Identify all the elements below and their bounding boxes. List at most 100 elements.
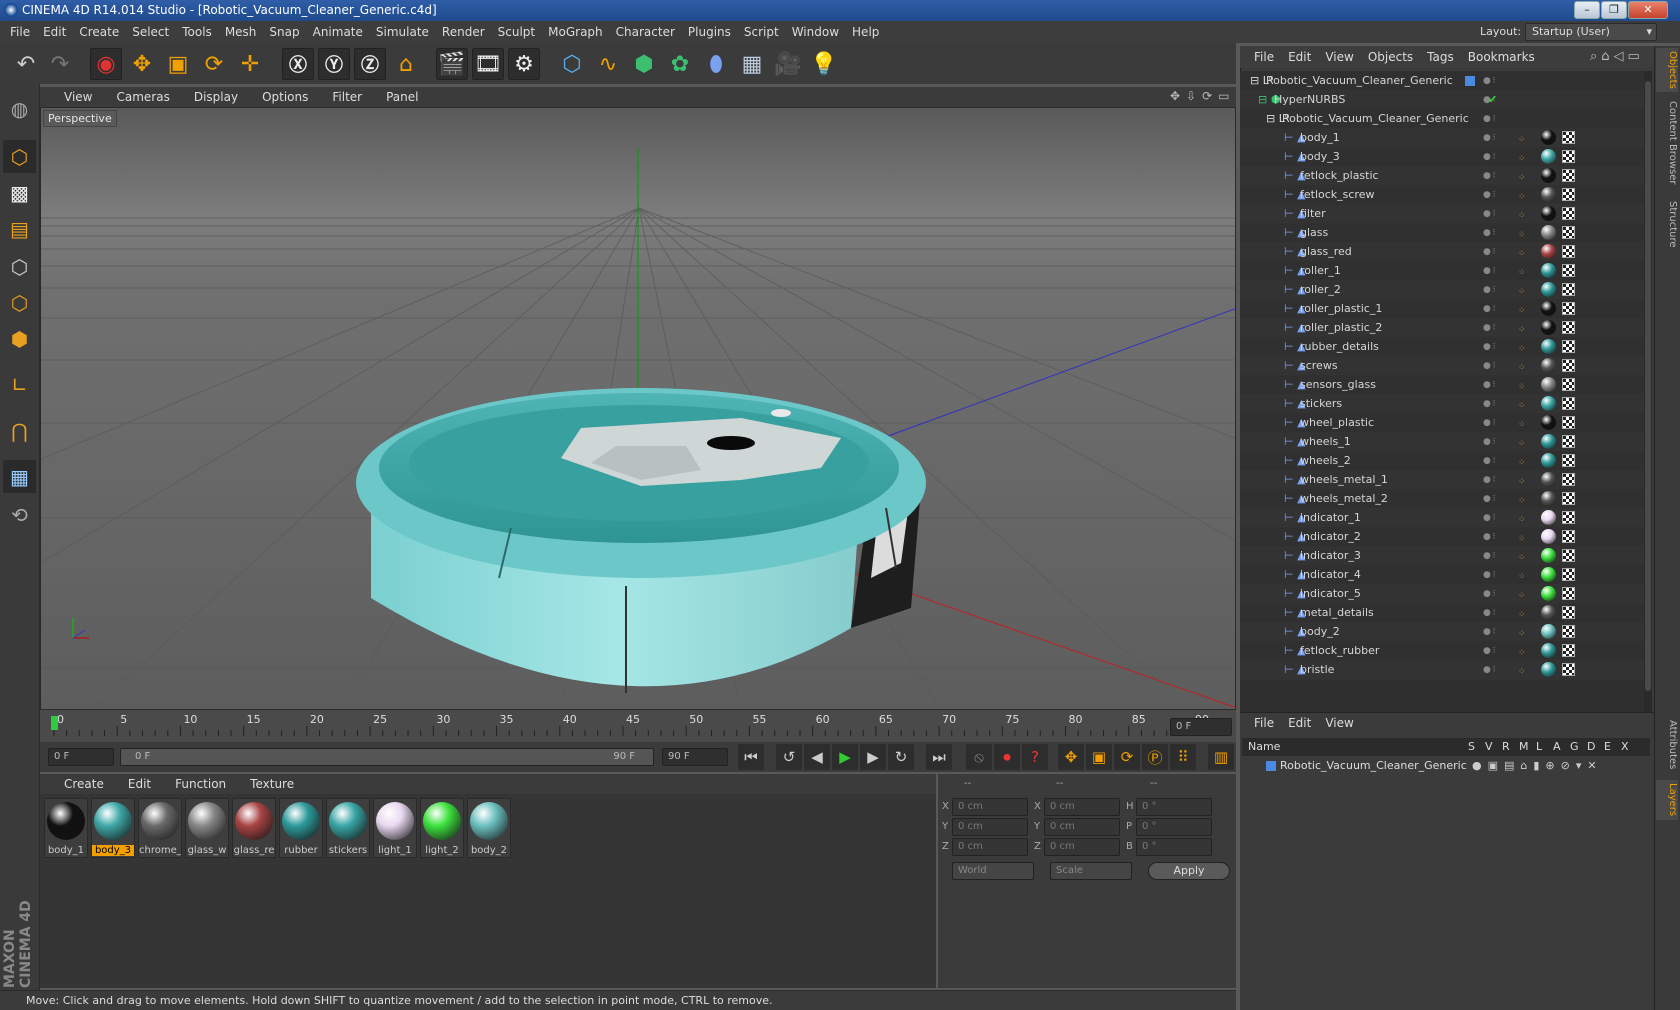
material-tag-icon[interactable] (1541, 282, 1556, 297)
menu-animate[interactable]: Animate (313, 25, 363, 39)
layer-col-a[interactable]: A (1553, 738, 1570, 756)
object-menu-bookmarks[interactable]: Bookmarks (1468, 50, 1535, 64)
material-tag-icon[interactable] (1541, 396, 1556, 411)
uvw-tag-icon[interactable] (1562, 587, 1575, 600)
uvw-tag-icon[interactable] (1562, 378, 1575, 391)
material-tag-icon[interactable] (1541, 206, 1556, 221)
uvw-tag-icon[interactable] (1562, 416, 1575, 429)
layer-col-g[interactable]: G (1570, 738, 1587, 756)
object-row[interactable]: ⊢ ▲ wheels_metal_2 ● ⁝ ⁘ (1240, 489, 1644, 509)
play-icon[interactable]: ▶ (832, 744, 858, 770)
object-row[interactable]: ⊢ ▲ sensors_glass ● ⁝ ⁘ (1240, 375, 1644, 395)
layer-col-d[interactable]: D (1587, 738, 1604, 756)
layer-switch-icons[interactable]: ●▣▤⌂▮⊕⊘▾✕ (1472, 756, 1603, 776)
tab-objects[interactable]: Objects (1656, 48, 1678, 92)
start-frame-field[interactable]: 0 F (48, 748, 114, 766)
visibility-dots-icon[interactable]: ● ⁝ (1483, 166, 1496, 186)
light-icon[interactable]: 💡 (808, 48, 840, 80)
material-tag-icon[interactable] (1541, 624, 1556, 639)
menu-script[interactable]: Script (744, 25, 779, 39)
material-tag-icon[interactable] (1541, 472, 1556, 487)
material-swatch[interactable]: chrome_ (138, 798, 182, 858)
menu-render[interactable]: Render (442, 25, 485, 39)
tab-content-browser[interactable]: Content Browser (1656, 100, 1678, 186)
minimize-button[interactable]: – (1574, 1, 1600, 19)
x-axis-lock-icon[interactable]: Ⓧ (282, 48, 314, 80)
record-keys-icon[interactable]: ⦸ (966, 744, 992, 770)
edges-mode-icon[interactable]: ⬡ (3, 286, 36, 319)
visibility-dots-icon[interactable]: ● ⁝ (1483, 147, 1496, 167)
layer-menu-edit[interactable]: Edit (1288, 716, 1311, 730)
current-frame-field[interactable]: 0 F (1170, 718, 1232, 736)
viewport-menu-panel[interactable]: Panel (386, 90, 418, 104)
visibility-dots-icon[interactable]: ● ⁝ (1483, 109, 1496, 129)
viewport-menu-options[interactable]: Options (262, 90, 308, 104)
object-row[interactable]: ⊢ ▲ body_2 ● ⁝ ⁘ (1240, 622, 1644, 642)
visibility-dots-icon[interactable]: ● ⁝ (1483, 261, 1496, 281)
key-position-icon[interactable]: ✥ (1058, 744, 1084, 770)
visibility-dots-icon[interactable]: ● ⁝ (1483, 185, 1496, 205)
uvw-tag-icon[interactable] (1562, 568, 1575, 581)
object-row[interactable]: ⊢ ▲ glass_red ● ⁝ ⁘ (1240, 242, 1644, 262)
material-menu-function[interactable]: Function (175, 777, 226, 791)
material-tag-icon[interactable] (1541, 130, 1556, 145)
material-tag-icon[interactable] (1541, 548, 1556, 563)
object-row[interactable]: ⊢ ▲ body_3 ● ⁝ ⁘ (1240, 147, 1644, 167)
visibility-dots-icon[interactable]: ● ⁝ (1483, 337, 1496, 357)
uvw-tag-icon[interactable] (1562, 511, 1575, 524)
scale-tool-icon[interactable]: ▣ (162, 48, 194, 80)
object-row[interactable]: ⊢ ▲ roller_plastic_1 ● ⁝ ⁘ (1240, 299, 1644, 319)
visibility-dots-icon[interactable]: ● ⁝ (1483, 527, 1496, 547)
material-tag-icon[interactable] (1541, 434, 1556, 449)
menu-select[interactable]: Select (132, 25, 169, 39)
uvw-tag-icon[interactable] (1562, 606, 1575, 619)
keyframe-selection-icon[interactable]: ? (1022, 744, 1048, 770)
object-row[interactable]: ⊢ ▲ wheels_metal_1 ● ⁝ ⁘ (1240, 470, 1644, 490)
object-row[interactable]: ⊢ ▲ indicator_3 ● ⁝ ⁘ (1240, 546, 1644, 566)
uvw-tag-icon[interactable] (1562, 454, 1575, 467)
uvw-tag-icon[interactable] (1562, 340, 1575, 353)
workplane-mode-icon[interactable]: ▤ (3, 212, 36, 245)
previous-frame-icon[interactable]: ◀ (804, 744, 830, 770)
floor-icon[interactable]: ▦ (736, 48, 768, 80)
material-tag-icon[interactable] (1541, 377, 1556, 392)
visibility-dots-icon[interactable]: ● ⁝ (1483, 603, 1496, 623)
menu-file[interactable]: File (10, 25, 30, 39)
layer-col-m[interactable]: M (1519, 738, 1536, 756)
visibility-dots-icon[interactable]: ● ⁝ (1483, 394, 1496, 414)
tab-structure[interactable]: Structure (1656, 196, 1678, 252)
layer-menu-view[interactable]: View (1325, 716, 1353, 730)
object-menu-objects[interactable]: Objects (1368, 50, 1413, 64)
object-manager-icons[interactable]: ⌕⌂◁▭ (1590, 49, 1644, 64)
coord-mode-select[interactable]: Scale (1050, 862, 1132, 880)
material-tag-icon[interactable] (1541, 491, 1556, 506)
material-swatch[interactable]: glass_re (232, 798, 276, 858)
uvw-tag-icon[interactable] (1562, 169, 1575, 182)
material-tag-icon[interactable] (1541, 225, 1556, 240)
render-picture-viewer-icon[interactable]: 🎞 (472, 48, 504, 80)
material-menu-edit[interactable]: Edit (128, 777, 151, 791)
menu-window[interactable]: Window (792, 25, 839, 39)
material-swatch[interactable]: light_1 (373, 798, 417, 858)
visibility-dots-icon[interactable]: ● ⁝ (1483, 375, 1496, 395)
coord-value-field[interactable]: 0 cm (1044, 838, 1120, 856)
uvw-tag-icon[interactable] (1562, 264, 1575, 277)
object-row[interactable]: ⊢ ▲ roller_plastic_2 ● ⁝ ⁘ (1240, 318, 1644, 338)
move-tool-icon[interactable]: ✥ (126, 48, 158, 80)
uvw-tag-icon[interactable] (1562, 207, 1575, 220)
live-select-icon[interactable]: ◉ (90, 48, 122, 80)
object-row-root[interactable]: ⊟ L⁰ Robotic_Vacuum_Cleaner_Generic ● ⁝ (1240, 71, 1644, 91)
polygons-mode-icon[interactable]: ⬢ (3, 322, 36, 355)
visibility-dots-icon[interactable]: ● ⁝ (1483, 622, 1496, 642)
visibility-dots-icon[interactable]: ● ⁝ (1483, 584, 1496, 604)
menu-mesh[interactable]: Mesh (225, 25, 257, 39)
z-axis-lock-icon[interactable]: Ⓩ (354, 48, 386, 80)
undo-button[interactable]: ↶ (10, 48, 42, 80)
next-frame-icon[interactable]: ▶ (860, 744, 886, 770)
object-row[interactable]: ⊢ ▲ stickers ● ⁝ ⁘ (1240, 394, 1644, 414)
menu-edit[interactable]: Edit (43, 25, 66, 39)
key-scale-icon[interactable]: ▣ (1086, 744, 1112, 770)
timeline[interactable]: 051015202530354045505560657075808590 (40, 710, 1236, 742)
material-tag-icon[interactable] (1541, 263, 1556, 278)
object-row[interactable]: ⊢ ▲ filter ● ⁝ ⁘ (1240, 204, 1644, 224)
